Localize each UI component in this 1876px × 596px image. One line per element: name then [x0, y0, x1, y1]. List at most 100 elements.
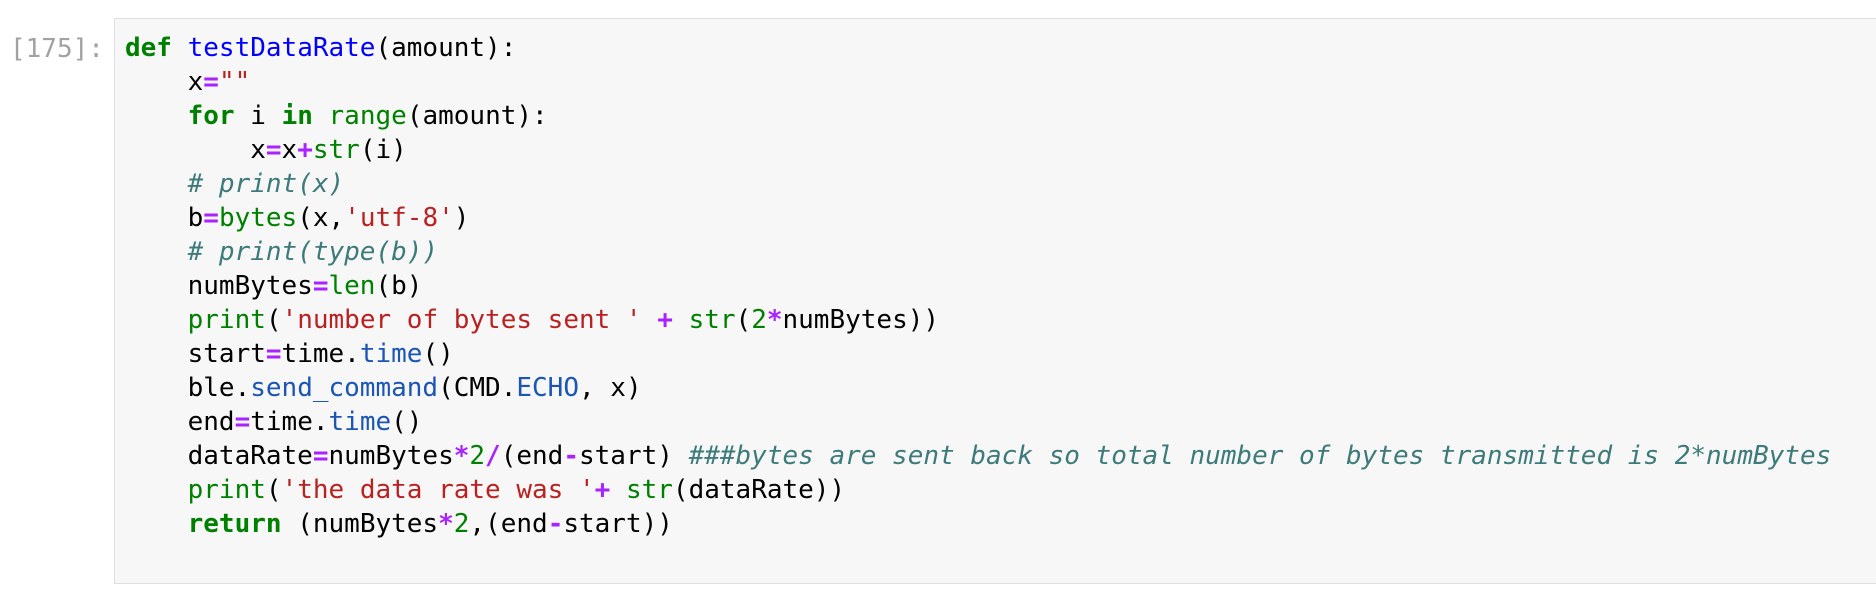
operator-token: = — [312, 271, 329, 301]
operator-token: = — [203, 203, 219, 233]
number-token: 2 — [469, 441, 486, 471]
code-text-token: (amount): — [406, 101, 548, 131]
code-text-token: () — [422, 339, 454, 369]
code-text-token: b — [125, 203, 204, 233]
code-line: x="" — [125, 65, 1831, 99]
keyword-token: return — [187, 509, 282, 539]
code-text-token: numBytes — [328, 441, 454, 471]
code-line: # print(x) — [125, 167, 1831, 201]
code-text-token: ( — [265, 305, 282, 335]
code-text-token: i — [234, 101, 282, 131]
operator-token: = — [312, 441, 329, 471]
code-text-token: , x) — [578, 373, 642, 403]
code-text-token: end — [125, 407, 235, 437]
operator-token: + — [297, 135, 313, 165]
code-text-token: start)) — [563, 509, 673, 539]
keyword-token: def — [125, 33, 172, 63]
code-line: numBytes=len(b) — [125, 269, 1831, 303]
code-line: x=x+str(i) — [125, 133, 1831, 167]
code-line: # print(type(b)) — [125, 235, 1831, 269]
code-text-token: () — [391, 407, 423, 437]
builtin-token: print — [187, 475, 266, 505]
code-line: for i in range(amount): — [125, 99, 1831, 133]
code-text-token: (numBytes — [281, 509, 439, 539]
code-editor[interactable]: def testDataRate(amount): x="" for i in … — [125, 31, 1831, 541]
code-line: return (numBytes*2,(end-start)) — [125, 507, 1831, 541]
builtin-token: str — [625, 475, 673, 505]
code-text-token: ( — [265, 475, 282, 505]
code-line: dataRate=numBytes*2/(end-start) ###bytes… — [125, 439, 1832, 473]
code-text-token: x — [125, 67, 204, 97]
attribute-token: send_command — [250, 373, 439, 403]
code-text-token: numBytes)) — [782, 305, 940, 335]
builtin-token: str — [312, 135, 360, 165]
code-text-token: (amount): — [375, 33, 517, 63]
function-name-token: testDataRate — [171, 33, 376, 63]
execution-count-prompt: [175]: — [10, 34, 104, 64]
code-text-token: ) — [453, 203, 470, 233]
attribute-token: time — [359, 339, 423, 369]
operator-token: / — [485, 441, 501, 471]
comment-token: # print(x) — [187, 169, 345, 199]
code-line: print('number of bytes sent ' + str(2*nu… — [125, 303, 1831, 337]
attribute-token: ECHO — [516, 373, 579, 403]
code-line: def testDataRate(amount): — [125, 31, 1831, 65]
operator-token: * — [766, 305, 783, 335]
operator-token: + — [657, 305, 673, 335]
code-text-token: ble. — [125, 373, 251, 403]
code-text-token: start) — [578, 441, 689, 471]
code-text-token: x — [125, 135, 266, 165]
operator-token: = — [203, 67, 219, 97]
operator-token: = — [265, 135, 282, 165]
code-text-token: time. — [281, 339, 360, 369]
comment-token: # print(type(b)) — [187, 237, 439, 267]
code-cell-input[interactable]: def testDataRate(amount): x="" for i in … — [114, 18, 1876, 584]
code-text-token: (x, — [297, 203, 345, 233]
builtin-token: print — [187, 305, 266, 335]
operator-token: * — [453, 441, 470, 471]
operator-token: = — [234, 407, 251, 437]
code-text-token: x — [281, 135, 298, 165]
code-line: b=bytes(x,'utf-8') — [125, 201, 1831, 235]
operator-token: + — [594, 475, 611, 505]
string-token: 'the data rate was ' — [281, 475, 595, 505]
number-token: 2 — [453, 509, 470, 539]
keyword-token: for — [187, 101, 235, 131]
string-token: 'number of bytes sent ' — [281, 305, 642, 335]
code-text-token: dataRate — [125, 441, 313, 471]
code-line: start=time.time() — [125, 337, 1831, 371]
code-text-token: (dataRate)) — [672, 475, 846, 505]
builtin-token: len — [328, 271, 376, 301]
code-line: print('the data rate was '+ str(dataRate… — [125, 473, 1831, 507]
attribute-token: time — [328, 407, 392, 437]
builtin-token: range — [328, 101, 407, 131]
operator-token: = — [265, 339, 282, 369]
operator-token: - — [563, 441, 579, 471]
comment-token: ###bytes are sent back so total number o… — [688, 441, 1832, 471]
code-text-token: (i) — [359, 135, 407, 165]
code-text-token: ( — [735, 305, 752, 335]
code-text-token: (b) — [375, 271, 423, 301]
operator-token: * — [438, 509, 454, 539]
code-text-token: (CMD. — [438, 373, 517, 403]
number-token: 2 — [751, 305, 767, 335]
string-token: 'utf-8' — [344, 203, 454, 233]
builtin-token: str — [688, 305, 736, 335]
code-text-token: ,(end — [469, 509, 548, 539]
code-line: ble.send_command(CMD.ECHO, x) — [125, 371, 1831, 405]
string-token: "" — [218, 67, 251, 97]
keyword-token: in — [281, 101, 313, 131]
code-text-token: numBytes — [125, 271, 313, 301]
code-text-token: start — [125, 339, 266, 369]
builtin-token: bytes — [218, 203, 298, 233]
code-line: end=time.time() — [125, 405, 1831, 439]
